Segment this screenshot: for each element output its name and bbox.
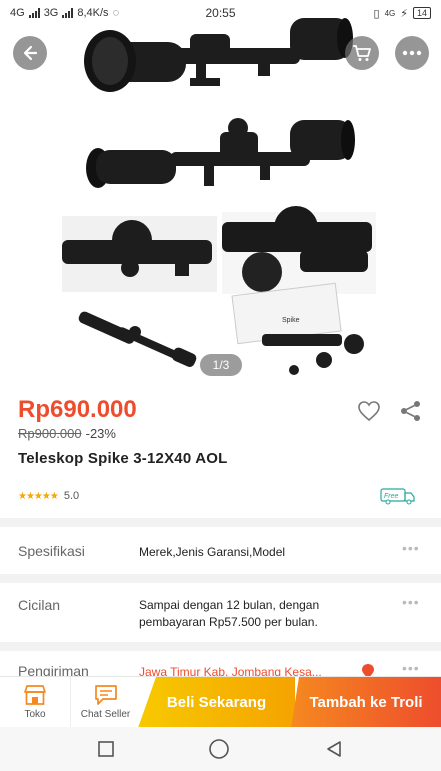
section-divider (0, 574, 441, 583)
rating-value: 5.0 (63, 490, 80, 502)
whatsapp-icon: ◌ (112, 7, 120, 19)
charging-icon: ⚡ (400, 7, 408, 20)
add-to-cart-button[interactable]: Tambah ke Troli (291, 677, 441, 728)
store-button[interactable]: Toko (0, 677, 70, 727)
share-icon[interactable] (400, 400, 422, 422)
vibrate-icon: ▯ (373, 7, 380, 20)
nav-square-icon[interactable] (97, 740, 115, 758)
bottom-action-bar: Toko Chat Seller Beli Sekarang Tambah ke… (0, 676, 441, 728)
network-4g-small: 4G (384, 8, 396, 18)
back-button[interactable] (13, 36, 47, 70)
network-speed: 8,4K/s (77, 7, 109, 19)
more-icon (402, 50, 422, 56)
chat-icon (94, 685, 117, 705)
signal-icon (28, 8, 40, 18)
rating-row[interactable]: ★★★★★ 5.0 (18, 490, 79, 502)
section-divider (0, 642, 441, 651)
more-dots-icon: ••• (402, 660, 420, 676)
chat-seller-label: Chat Seller (80, 709, 131, 720)
clock: 20:55 (205, 6, 236, 20)
installment-value: Sampai dengan 12 bulan, dengan pembayara… (139, 598, 320, 629)
product-title: Teleskop Spike 3-12X40 AOL (18, 450, 228, 467)
free-shipping-text: Free (384, 493, 399, 500)
chat-seller-button[interactable]: Chat Seller (70, 677, 140, 727)
star-rating-icon: ★★★★★ (18, 490, 59, 502)
more-dots-icon: ••• (402, 540, 420, 556)
heart-icon[interactable] (357, 400, 381, 422)
signal-icon (62, 8, 74, 18)
battery-level: 14 (412, 7, 431, 19)
image-page-indicator: 1/3 (200, 354, 242, 376)
cart-button[interactable] (345, 36, 379, 70)
installment-row[interactable]: Cicilan Sampai dengan 12 bulan, dengan p… (0, 583, 441, 642)
nav-back-icon[interactable] (324, 739, 344, 759)
product-price: Rp690.000 (18, 396, 137, 423)
network-4g-label: 4G (10, 7, 25, 19)
original-price: Rp900.000 (18, 426, 82, 441)
more-dots-icon: ••• (402, 594, 420, 610)
specification-value: Merek,Jenis Garansi,Model (139, 545, 286, 559)
nav-circle-icon[interactable] (208, 738, 230, 760)
section-divider (0, 518, 441, 527)
free-shipping-icon: Free (380, 488, 415, 505)
status-bar: 4G 3G 8,4K/s ◌ 20:55 ▯ 4G ⚡ 14 (0, 0, 441, 26)
back-arrow-icon (23, 45, 38, 61)
store-label: Toko (24, 709, 46, 720)
specification-row[interactable]: Spesifikasi Merek,Jenis Garansi,Model ••… (0, 527, 441, 574)
more-options-button[interactable] (395, 36, 429, 70)
store-icon (24, 685, 46, 705)
product-info: Rp690.000 Rp900.000 -23% Teleskop Spike … (0, 386, 441, 518)
buy-now-button[interactable]: Beli Sekarang (138, 677, 295, 728)
system-navigation-bar (0, 727, 441, 771)
old-price-row: Rp900.000 -23% (18, 426, 116, 441)
installment-label: Cicilan (18, 597, 61, 613)
network-3g-label: 3G (43, 7, 59, 19)
box-brand-text: Spike (282, 317, 300, 324)
discount-percent: -23% (85, 426, 116, 441)
specification-label: Spesifikasi (18, 543, 85, 559)
cart-icon (353, 45, 371, 61)
